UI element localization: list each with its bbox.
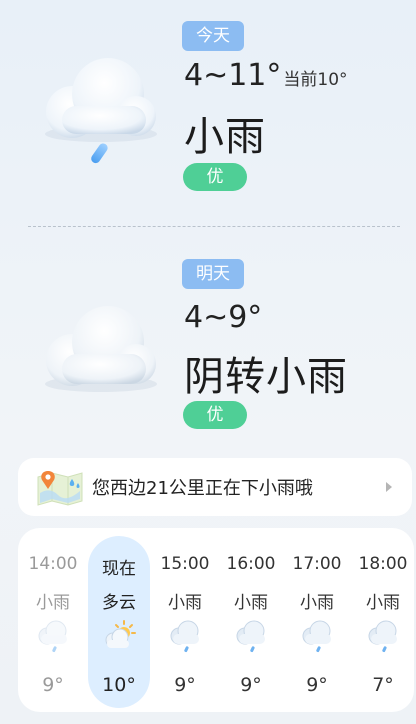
hour-condition: 小雨 — [234, 593, 268, 613]
hour-time: 17:00 — [292, 554, 342, 574]
hour-temp: 9° — [306, 674, 328, 696]
hour-temp: 9° — [42, 674, 64, 696]
hourly-forecast[interactable]: 14:00 小雨 9° 现在 多云 10° 15:00 小雨 9° 16:00 … — [18, 528, 414, 712]
light-rain-icon — [170, 620, 199, 653]
light-rain-icon — [38, 620, 67, 653]
hour-time: 14:00 — [28, 554, 78, 574]
hour-condition: 小雨 — [36, 593, 70, 613]
partly-cloudy-icon — [105, 620, 136, 648]
day-tag-tomorrow: 明天 — [182, 259, 244, 289]
light-rain-icon — [368, 620, 397, 653]
hour-item-1400[interactable]: 14:00 小雨 9° — [20, 528, 86, 712]
temp-range-today: 4~11° — [184, 58, 282, 93]
chevron-right-icon — [386, 482, 392, 492]
hour-time: 现在 — [102, 559, 136, 579]
hour-temp: 9° — [174, 674, 196, 696]
light-rain-icon — [302, 620, 331, 653]
map-pin-rain-icon — [37, 471, 83, 506]
day-tag-today: 今天 — [182, 21, 244, 51]
aqi-badge-tomorrow[interactable]: 优 — [183, 401, 247, 429]
hour-item-1700[interactable]: 17:00 小雨 9° — [284, 528, 350, 712]
tomorrow-forecast[interactable]: 明天 4~9° 阴转小雨 优 — [0, 228, 416, 448]
cloud-icon — [45, 306, 157, 392]
precipitation-alert[interactable]: 您西边21公里正在下小雨哦 — [18, 458, 412, 516]
hour-temp: 9° — [240, 674, 262, 696]
hour-condition: 小雨 — [168, 593, 202, 613]
cloud-rain-icon — [45, 58, 157, 164]
hour-item-now[interactable]: 现在 多云 10° — [86, 528, 152, 712]
temp-row-tomorrow: 4~9° — [184, 300, 262, 335]
temp-row-today: 4~11° 当前10° — [184, 58, 348, 93]
current-temp: 当前10° — [283, 70, 348, 90]
today-forecast[interactable]: 今天 4~11° 当前10° 小雨 优 — [0, 0, 416, 228]
hour-time: 16:00 — [226, 554, 276, 574]
hour-condition: 多云 — [102, 593, 136, 613]
hour-item-1800[interactable]: 18:00 小雨 7° — [350, 528, 414, 712]
hour-time: 15:00 — [160, 554, 210, 574]
hour-item-1600[interactable]: 16:00 小雨 9° — [218, 528, 284, 712]
hour-condition: 小雨 — [300, 593, 334, 613]
alert-text: 您西边21公里正在下小雨哦 — [92, 478, 313, 499]
divider — [28, 226, 400, 227]
hour-time: 18:00 — [358, 554, 408, 574]
condition-tomorrow: 阴转小雨 — [184, 354, 348, 400]
hour-temp: 10° — [102, 674, 136, 696]
hour-temp: 7° — [372, 674, 394, 696]
condition-today: 小雨 — [184, 114, 266, 160]
hour-condition: 小雨 — [366, 593, 400, 613]
temp-range-tomorrow: 4~9° — [184, 300, 263, 335]
light-rain-icon — [236, 620, 265, 653]
hour-item-1500[interactable]: 15:00 小雨 9° — [152, 528, 218, 712]
aqi-badge-today[interactable]: 优 — [183, 163, 247, 191]
